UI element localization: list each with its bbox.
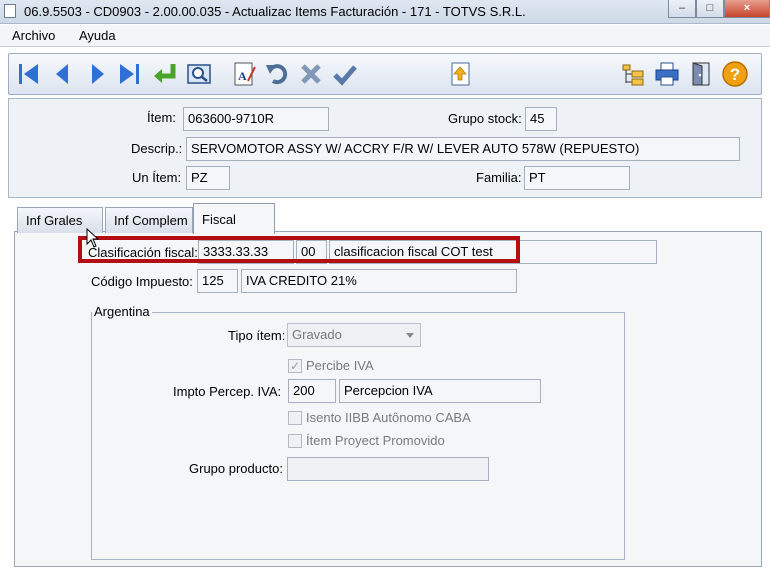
next-icon	[92, 64, 104, 84]
minimize-icon[interactable]: –	[668, 0, 696, 18]
exit-icon	[692, 62, 710, 86]
app-icon	[4, 4, 16, 18]
window-title: 06.9.5503 - CD0903 - 2.00.00.035 - Actua…	[24, 4, 526, 19]
codigo-impuesto-label: Código Impuesto:	[91, 274, 193, 289]
group-stock-field[interactable]: 45	[525, 107, 557, 131]
next-record-button[interactable]	[83, 60, 111, 88]
grupo-producto-field[interactable]	[287, 457, 489, 481]
toolbar: A ?	[8, 53, 762, 95]
tree-button[interactable]	[619, 60, 647, 88]
svg-text:A: A	[238, 69, 247, 83]
last-record-button[interactable]	[115, 60, 143, 88]
undo-button[interactable]	[263, 60, 291, 88]
descrip-label: Descrip.:	[131, 141, 183, 156]
tipo-item-label: Tipo ítem:	[228, 328, 286, 343]
argentina-group-title: Argentina	[92, 304, 152, 319]
item-label: Ítem:	[147, 110, 176, 125]
proyect-row[interactable]: Ítem Proyect Promovido	[288, 433, 445, 448]
goto-button[interactable]	[151, 60, 179, 88]
first-icon	[19, 64, 38, 84]
tab-fiscal[interactable]: Fiscal	[193, 203, 275, 234]
percibe-iva-label: Percibe IVA	[306, 358, 374, 373]
family-field[interactable]: PT	[524, 166, 630, 190]
unit-label: Un Ítem:	[132, 170, 182, 185]
spellcheck-button[interactable]: A	[231, 60, 259, 88]
undo-icon	[266, 64, 288, 85]
group-stock-label: Grupo stock:	[448, 111, 522, 126]
tab-inf-complem[interactable]: Inf Complem	[105, 207, 193, 233]
confirm-button[interactable]	[331, 60, 359, 88]
help-button[interactable]: ?	[721, 60, 749, 88]
menu-archivo[interactable]: Archivo	[12, 28, 55, 43]
maximize-icon[interactable]: □	[696, 0, 724, 18]
clasificacion-sub-field[interactable]: 00	[296, 240, 327, 264]
clasificacion-code-field[interactable]: 3333.33.33	[198, 240, 294, 264]
cancel-button[interactable]	[297, 60, 325, 88]
codigo-impuesto-field[interactable]: 125	[197, 269, 238, 293]
tipo-item-select[interactable]: Gravado	[287, 323, 421, 347]
prev-record-button[interactable]	[49, 60, 77, 88]
isento-label: Isento IIBB Autônomo CABA	[306, 410, 471, 425]
upload-button[interactable]	[447, 60, 475, 88]
isento-checkbox[interactable]	[288, 410, 302, 425]
help-icon: ?	[722, 61, 748, 87]
prev-icon	[56, 64, 68, 84]
search-icon	[187, 64, 211, 84]
search-button[interactable]	[185, 60, 213, 88]
cancel-icon	[301, 64, 321, 84]
proyect-checkbox[interactable]	[288, 433, 302, 448]
percibe-iva-row[interactable]: ✓ Percibe IVA	[288, 358, 374, 373]
menu-bar: Archivo Ayuda	[0, 25, 770, 47]
family-label: Familia:	[476, 170, 522, 185]
percibe-iva-checkbox[interactable]: ✓	[288, 358, 302, 373]
item-field[interactable]: 063600-9710R	[183, 107, 329, 131]
impto-percep-desc-field[interactable]: Percepcion IVA	[339, 379, 541, 403]
proyect-label: Ítem Proyect Promovido	[306, 433, 445, 448]
chevron-down-icon	[406, 333, 414, 338]
grupo-producto-label: Grupo producto:	[189, 461, 283, 476]
tipo-item-value: Gravado	[292, 327, 342, 342]
descrip-field[interactable]: SERVOMOTOR ASSY W/ ACCRY F/R W/ LEVER AU…	[186, 137, 740, 161]
impuesto-desc-field[interactable]: IVA CREDITO 21%	[241, 269, 517, 293]
print-button[interactable]	[653, 60, 681, 88]
impto-percep-code-field[interactable]: 200	[288, 379, 336, 403]
svg-text:?: ?	[730, 65, 740, 84]
last-icon	[120, 64, 139, 84]
tree-icon	[622, 64, 644, 86]
isento-row[interactable]: Isento IIBB Autônomo CABA	[288, 410, 471, 425]
spellcheck-icon: A	[234, 62, 256, 86]
exit-button[interactable]	[687, 60, 715, 88]
impto-percep-iva-label: Impto Percep. IVA:	[173, 384, 282, 399]
print-icon	[655, 62, 679, 86]
mouse-cursor-icon	[86, 228, 100, 248]
confirm-icon	[333, 65, 357, 86]
goto-icon	[154, 64, 176, 83]
first-record-button[interactable]	[15, 60, 43, 88]
clasificacion-desc-field[interactable]: clasificacion fiscal COT test	[329, 240, 657, 264]
menu-ayuda[interactable]: Ayuda	[79, 28, 116, 43]
close-icon[interactable]: ×	[724, 0, 770, 18]
unit-field[interactable]: PZ	[186, 166, 230, 190]
clasificacion-fiscal-label: Clasificación fiscal:	[88, 245, 198, 260]
title-bar: 06.9.5503 - CD0903 - 2.00.00.035 - Actua…	[0, 0, 770, 24]
window-controls: – □ ×	[668, 0, 770, 18]
upload-icon	[451, 62, 470, 86]
